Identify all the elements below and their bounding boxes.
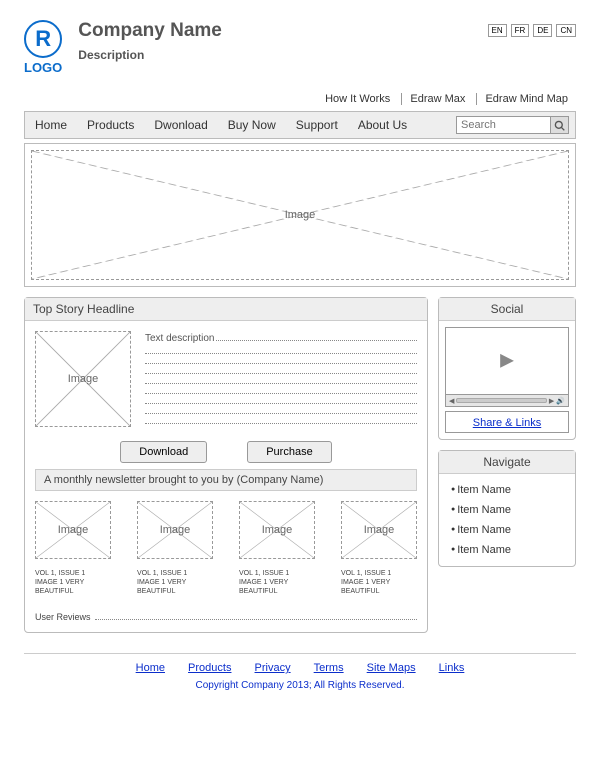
story-text: Text description: [145, 331, 417, 427]
download-button[interactable]: Download: [120, 441, 207, 463]
logo-icon: R: [24, 20, 62, 58]
logo-text: LOGO: [24, 60, 62, 75]
volume-icon[interactable]: 🔊: [556, 397, 565, 405]
navigate-heading: Navigate: [439, 451, 575, 474]
nav-products[interactable]: Products: [83, 116, 138, 134]
share-links-link[interactable]: Share & Links: [473, 417, 541, 429]
nav-download[interactable]: Dwonload: [150, 116, 211, 134]
video-controls: ◀ ▶ 🔊: [446, 394, 568, 406]
newsletter-thumbs: Image VOL 1, ISSUE 1IMAGE 1 VERYBEAUTIFU…: [35, 501, 417, 596]
share-links-box: Share & Links: [445, 411, 569, 433]
lang-de[interactable]: DE: [533, 24, 552, 37]
hero-section: Image: [24, 143, 576, 287]
footer-link-site-maps[interactable]: Site Maps: [367, 662, 416, 674]
footer-link-terms[interactable]: Terms: [314, 662, 344, 674]
seek-next-icon[interactable]: ▶: [549, 397, 554, 405]
top-story-heading: Top Story Headline: [25, 298, 427, 321]
navigate-item-4[interactable]: Item Name: [449, 540, 565, 560]
navigate-item-1[interactable]: Item Name: [449, 480, 565, 500]
navigate-panel: Navigate Item Name Item Name Item Name I…: [438, 450, 576, 567]
user-reviews: User Reviews: [35, 610, 417, 622]
footer-link-links[interactable]: Links: [439, 662, 465, 674]
footer-link-products[interactable]: Products: [188, 662, 231, 674]
story-image-placeholder: Image: [35, 331, 131, 427]
thumb-4-image: Image: [341, 501, 417, 559]
header-link-edraw-max[interactable]: Edraw Max: [401, 93, 473, 105]
video-progress[interactable]: [456, 398, 547, 403]
story-image-label: Image: [68, 373, 99, 385]
footer-link-privacy[interactable]: Privacy: [255, 662, 291, 674]
navigate-item-3[interactable]: Item Name: [449, 520, 565, 540]
seek-prev-icon[interactable]: ◀: [449, 397, 454, 405]
thumb-1[interactable]: Image VOL 1, ISSUE 1IMAGE 1 VERYBEAUTIFU…: [35, 501, 111, 596]
lang-fr[interactable]: FR: [511, 24, 530, 37]
search-icon: [554, 120, 565, 131]
newsletter-heading: A monthly newsletter brought to you by (…: [35, 469, 417, 491]
search-input[interactable]: [456, 116, 551, 134]
thumb-2-image: Image: [137, 501, 213, 559]
thumb-2[interactable]: Image VOL 1, ISSUE 1IMAGE 1 VERYBEAUTIFU…: [137, 501, 213, 596]
top-story-panel: Top Story Headline Image Text descriptio…: [24, 297, 428, 633]
header-link-how-it-works[interactable]: How It Works: [317, 93, 398, 105]
social-heading: Social: [439, 298, 575, 321]
copyright: Copyright Company 2013; All Rights Reser…: [24, 680, 576, 691]
thumb-4[interactable]: Image VOL 1, ISSUE 1IMAGE 1 VERYBEAUTIFU…: [341, 501, 417, 596]
purchase-button[interactable]: Purchase: [247, 441, 331, 463]
footer: Home Products Privacy Terms Site Maps Li…: [24, 653, 576, 691]
main-nav: Home Products Dwonload Buy Now Support A…: [24, 111, 576, 139]
video-player[interactable]: ▶ ◀ ▶ 🔊: [445, 327, 569, 407]
thumb-3[interactable]: Image VOL 1, ISSUE 1IMAGE 1 VERYBEAUTIFU…: [239, 501, 315, 596]
logo[interactable]: R LOGO: [24, 20, 62, 75]
header-link-edraw-mind-map[interactable]: Edraw Mind Map: [476, 93, 576, 105]
hero-image-placeholder: Image: [31, 150, 569, 280]
nav-buy-now[interactable]: Buy Now: [224, 116, 280, 134]
hero-image-label: Image: [285, 209, 316, 221]
search-button[interactable]: [551, 116, 569, 134]
thumb-3-image: Image: [239, 501, 315, 559]
nav-support[interactable]: Support: [292, 116, 342, 134]
social-panel: Social ▶ ◀ ▶ 🔊 Share & Links: [438, 297, 576, 440]
play-icon: ▶: [500, 350, 514, 371]
company-name: Company Name: [78, 20, 222, 42]
header-links: How It Works Edraw Max Edraw Mind Map: [24, 93, 576, 105]
nav-about-us[interactable]: About Us: [354, 116, 411, 134]
company-description: Description: [78, 48, 222, 62]
lang-cn[interactable]: CN: [556, 24, 576, 37]
nav-home[interactable]: Home: [31, 116, 71, 134]
navigate-item-2[interactable]: Item Name: [449, 500, 565, 520]
thumb-1-image: Image: [35, 501, 111, 559]
lang-en[interactable]: EN: [488, 24, 507, 37]
header: R LOGO Company Name Description EN FR DE…: [24, 20, 576, 75]
search-box: [456, 116, 569, 134]
language-picker: EN FR DE CN: [488, 24, 576, 37]
footer-link-home[interactable]: Home: [136, 662, 165, 674]
